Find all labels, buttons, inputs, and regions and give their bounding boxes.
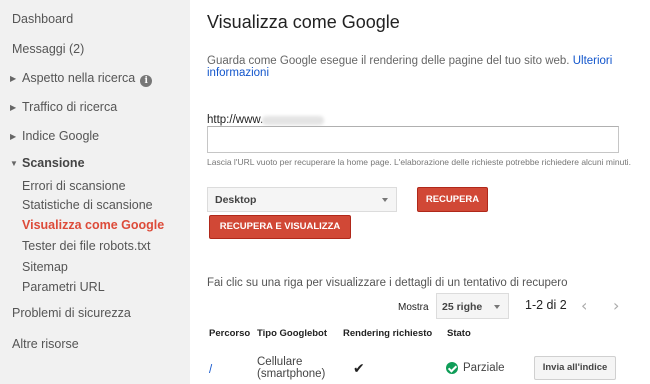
sidebar-item-visualizza-come-google[interactable]: Visualizza come Google (22, 218, 164, 232)
main-content: Visualizza come Google Guarda come Googl… (207, 0, 650, 384)
url-hint: Lascia l'URL vuoto per recuperare la hom… (207, 157, 631, 167)
chevron-down-icon (494, 305, 500, 309)
device-select-value: Desktop (215, 194, 257, 206)
nav-aspetto-nella-ricerca[interactable]: ▶ Aspetto nella ricerca i (10, 71, 153, 87)
chevron-right-icon: ▶ (10, 132, 17, 141)
pagination-range: 1-2 di 2 (525, 298, 567, 312)
sidebar-item-statistiche-di-scansione[interactable]: Statistiche di scansione (22, 198, 153, 212)
nav-traffico-di-ricerca[interactable]: ▶ Traffico di ricerca (10, 100, 117, 114)
device-select[interactable]: Desktop (207, 187, 397, 212)
prev-page-button[interactable]: ‹ (581, 296, 587, 315)
nav-label: Traffico di ricerca (22, 100, 118, 114)
nav-scansione[interactable]: ▼ Scansione (10, 156, 85, 170)
row-status: Parziale (463, 362, 505, 374)
chevron-right-icon: ▶ (10, 74, 17, 83)
sidebar-item-tester-robots[interactable]: Tester dei file robots.txt (22, 239, 151, 253)
url-domain-redacted (262, 116, 324, 125)
column-header-percorso[interactable]: Percorso (209, 328, 250, 339)
next-page-button[interactable]: › (613, 296, 619, 315)
nav-indice-google[interactable]: ▶ Indice Google (10, 129, 99, 143)
nav-altre-risorse[interactable]: Altre risorse (12, 337, 79, 351)
nav-label: Scansione (22, 156, 85, 170)
row-googlebot-type: Cellulare (smartphone) (257, 356, 326, 380)
rows-per-page-value: 25 righe (442, 301, 483, 313)
intro-description: Guarda come Google esegue il rendering d… (207, 55, 570, 67)
column-header-stato[interactable]: Stato (447, 328, 471, 339)
column-header-rendering-richiesto[interactable]: Rendering richiesto (343, 328, 432, 339)
rows-per-page-select[interactable]: 25 righe (436, 293, 509, 319)
column-header-tipo-googlebot[interactable]: Tipo Googlebot (257, 328, 327, 339)
chevron-right-icon: ▶ (10, 103, 17, 112)
fetch-button[interactable]: RECUPERA (417, 187, 488, 212)
nav-label: Indice Google (22, 129, 100, 143)
sidebar-item-errori-di-scansione[interactable]: Errori di scansione (22, 179, 126, 193)
nav-dashboard[interactable]: Dashboard (12, 12, 73, 26)
sidebar: Dashboard Messaggi (2) ▶ Aspetto nella ri… (0, 0, 190, 384)
nav-problemi-di-sicurezza[interactable]: Problemi di sicurezza (12, 306, 131, 320)
row-path-link[interactable]: / (209, 364, 212, 376)
sidebar-item-parametri-url[interactable]: Parametri URL (22, 280, 105, 294)
page-title: Visualizza come Google (207, 12, 400, 32)
check-icon: ✔ (353, 361, 365, 377)
chevron-down-icon: ▼ (10, 159, 18, 168)
url-path-input[interactable] (207, 126, 619, 153)
table-caption: Fai clic su una riga per visualizzare i … (207, 277, 568, 289)
status-ok-icon (446, 362, 458, 374)
nav-label: Aspetto nella ricerca (22, 71, 136, 85)
show-label: Mostra (398, 302, 429, 313)
nav-messaggi[interactable]: Messaggi (2) (12, 42, 84, 56)
chevron-down-icon (382, 198, 388, 202)
submit-to-index-button[interactable]: Invia all'indice (534, 356, 616, 380)
url-prefix: http://www. (207, 114, 264, 126)
intro-text: Guarda come Google esegue il rendering d… (207, 55, 637, 79)
sidebar-item-sitemap[interactable]: Sitemap (22, 260, 68, 274)
info-icon[interactable]: i (140, 75, 153, 87)
fetch-and-render-button[interactable]: RECUPERA E VISUALIZZA (209, 215, 351, 239)
